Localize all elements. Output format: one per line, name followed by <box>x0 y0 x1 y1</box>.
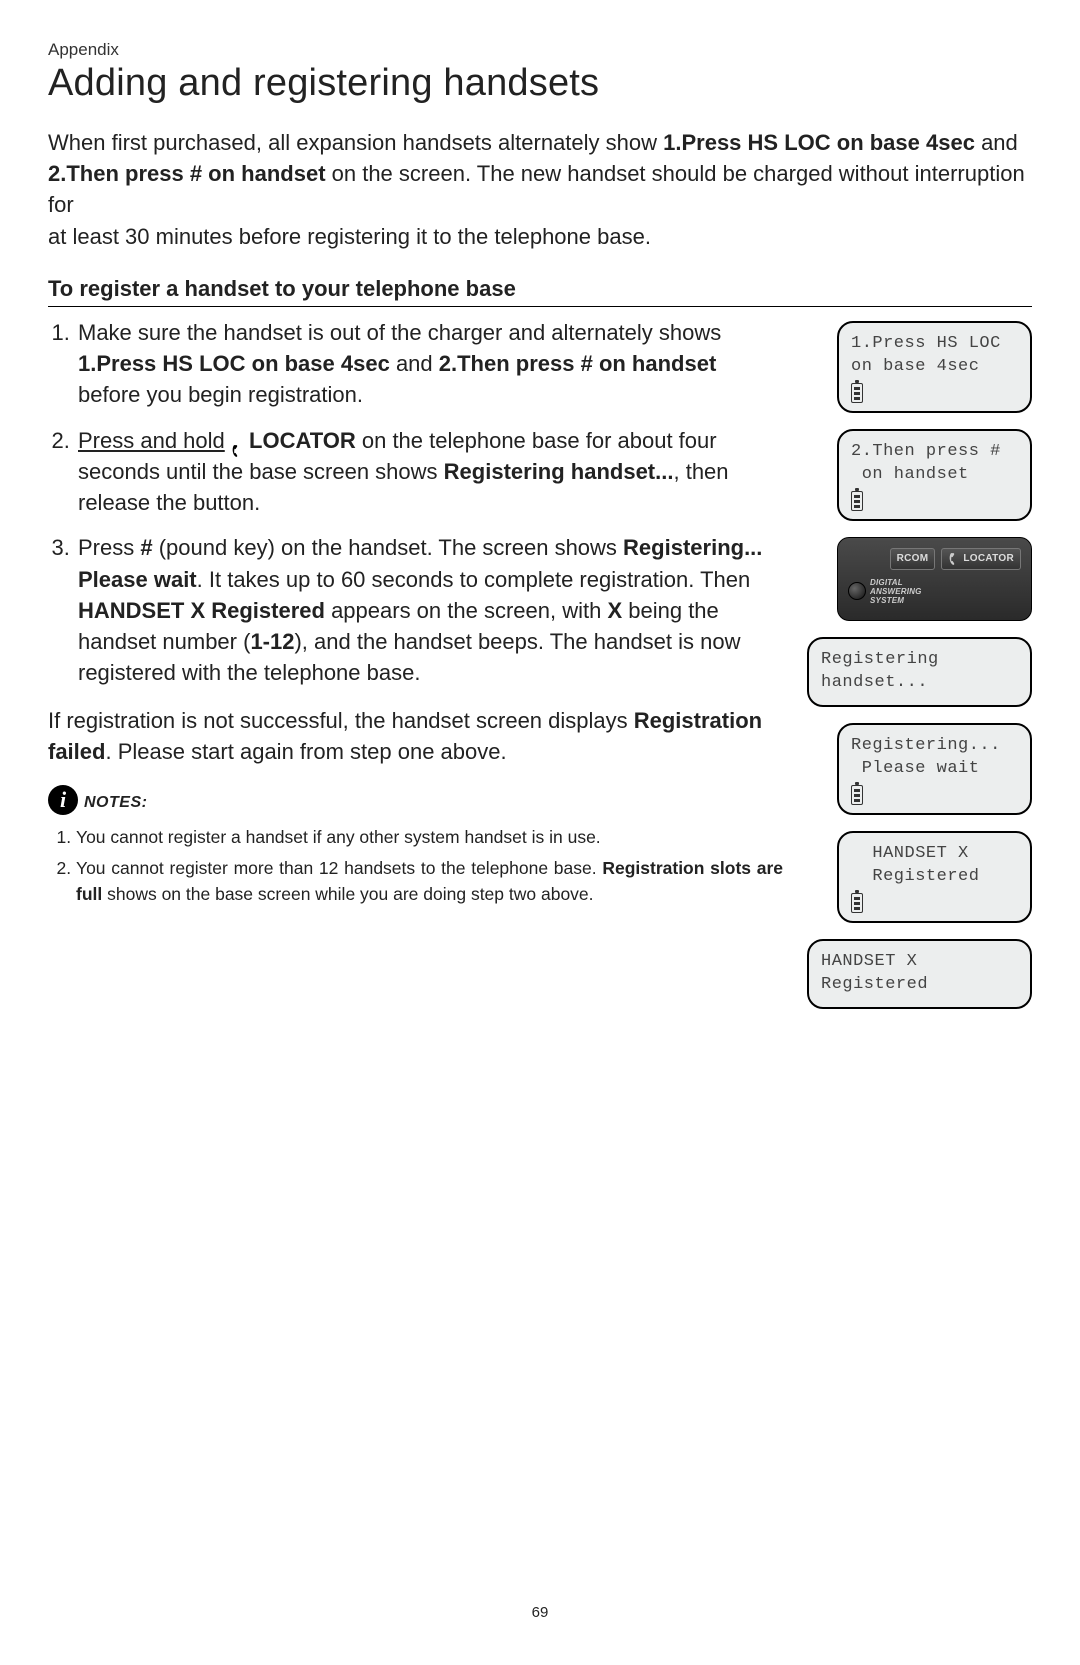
base-device-illustration: RCOM LOCATOR DIGITAL ANSWERING SYSTEM <box>837 537 1032 621</box>
fail-text: If registration is not successful, the h… <box>48 708 634 733</box>
steps-list: Make sure the handset is out of the char… <box>48 317 783 689</box>
lcd-line: on handset <box>851 464 1018 487</box>
handset-screen-1: 1.Press HS LOC on base 4sec <box>837 321 1032 413</box>
step-1: Make sure the handset is out of the char… <box>76 317 783 411</box>
step-bold: Registering handset... <box>444 459 674 484</box>
intro-text: When first purchased, all expansion hand… <box>48 130 663 155</box>
base-screen-registered: HANDSET X Registered <box>807 939 1032 1009</box>
note-text: shows on the base screen while you are d… <box>102 884 593 904</box>
failure-paragraph: If registration is not successful, the h… <box>48 705 783 767</box>
lcd-line: Registering... <box>851 735 1018 758</box>
step-text: appears on the screen, with <box>325 598 608 623</box>
das-label: DIGITAL ANSWERING SYSTEM <box>870 578 922 605</box>
step-text: before you begin registration. <box>78 382 363 407</box>
handset-screen-2: 2.Then press # on handset <box>837 429 1032 521</box>
lcd-line: Registering <box>821 649 1018 672</box>
lcd-line: HANDSET X <box>851 843 1018 866</box>
lcd-line: handset... <box>821 672 1018 695</box>
page-number: 69 <box>0 1604 1080 1621</box>
locator-text: LOCATOR <box>963 553 1014 564</box>
base-screen-registering: Registering handset... <box>807 637 1032 707</box>
handset-screen-wait: Registering... Please wait <box>837 723 1032 815</box>
notes-label: NOTES: <box>84 792 147 815</box>
step-text: Make sure the handset is out of the char… <box>78 320 721 345</box>
intro-bold-2: 2.Then press # on handset <box>48 161 326 186</box>
lcd-line: Registered <box>821 974 1018 997</box>
lcd-line: HANDSET X <box>821 951 1018 974</box>
step-text: . It takes up to 60 seconds to complete … <box>197 567 751 592</box>
step-3: Press # (pound key) on the handset. The … <box>76 532 783 688</box>
step-bold: # <box>140 535 152 560</box>
battery-icon <box>851 383 863 403</box>
intro-text: and <box>975 130 1018 155</box>
lcd-line: 1.Press HS LOC <box>851 333 1018 356</box>
handset-screen-registered: HANDSET X Registered <box>837 831 1032 923</box>
base-intercom-button: RCOM <box>890 548 936 570</box>
battery-icon <box>851 785 863 805</box>
notes-list: You cannot register a handset if any oth… <box>48 825 783 907</box>
step-2: Press and hold LOCATOR on the telephone … <box>76 425 783 519</box>
lcd-line: on base 4sec <box>851 356 1018 379</box>
appendix-label: Appendix <box>48 40 1032 60</box>
note-1: You cannot register a handset if any oth… <box>76 825 783 850</box>
step-text: (pound key) on the handset. The screen s… <box>153 535 623 560</box>
intro-text: at least 30 minutes before registering i… <box>48 224 651 249</box>
section-heading: To register a handset to your telephone … <box>48 276 1032 307</box>
step-bold: X <box>607 598 622 623</box>
step-bold: 1.Press HS LOC on base 4sec <box>78 351 390 376</box>
handset-icon <box>231 435 243 449</box>
locator-label: LOCATOR <box>249 428 356 453</box>
step-underline: Press and hold <box>78 428 225 453</box>
step-bold: 2.Then press # on handset <box>439 351 717 376</box>
info-icon: i <box>48 785 78 815</box>
step-text: Press <box>78 535 140 560</box>
intro-bold-1: 1.Press HS LOC on base 4sec <box>663 130 975 155</box>
note-text: You cannot register more than 12 handset… <box>76 858 602 878</box>
handset-icon <box>948 552 960 566</box>
battery-icon <box>851 491 863 511</box>
lcd-line: 2.Then press # <box>851 441 1018 464</box>
step-text: and <box>390 351 439 376</box>
step-bold: HANDSET X Registered <box>78 598 325 623</box>
intro-paragraph: When first purchased, all expansion hand… <box>48 127 1032 252</box>
base-locator-button: LOCATOR <box>941 548 1021 570</box>
lcd-line: Please wait <box>851 758 1018 781</box>
battery-icon <box>851 893 863 913</box>
fail-text: . Please start again from step one above… <box>105 739 506 764</box>
step-bold: 1-12 <box>250 629 294 654</box>
page-title: Adding and registering handsets <box>48 62 1032 105</box>
speaker-knob-icon <box>848 582 866 600</box>
lcd-line: Registered <box>851 866 1018 889</box>
note-2: You cannot register more than 12 handset… <box>76 856 783 907</box>
